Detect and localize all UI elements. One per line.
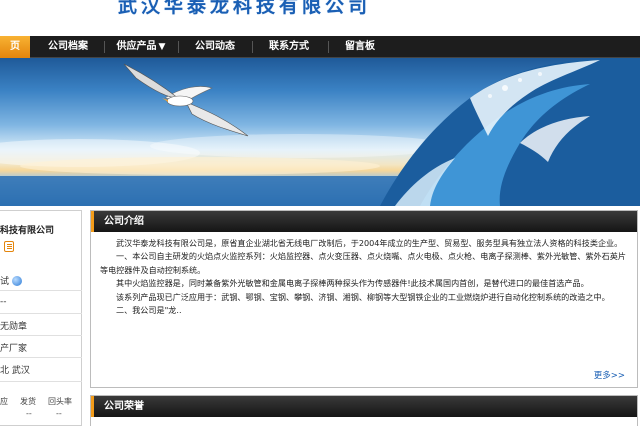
nav-separator: [178, 41, 179, 53]
company-intro-text: 武汉华泰龙科技有限公司是，原省直企业湖北省无线电厂改制后，于2004年成立的生产…: [91, 232, 637, 317]
sidebar-row-location: 北 武汉: [0, 366, 30, 376]
stat-header-response: 应: [0, 397, 8, 406]
company-honor-title: 公司荣誉: [91, 396, 637, 417]
sidebar-row-label: 试: [0, 277, 10, 287]
company-sidebar: 科技有限公司 试 -- 无勋章 产厂家 北 武汉: [0, 210, 82, 426]
stat-header-return-rate: 回头率: [48, 397, 72, 406]
sidebar-row-business-type: 产厂家: [0, 344, 28, 354]
company-intro-panel: 公司介绍 武汉华泰龙科技有限公司是，原省直企业湖北省无线电厂改制后，于2004年…: [90, 210, 638, 388]
sidebar-row-trial: 试: [0, 274, 23, 287]
intro-paragraph: 其中火焰监控器是，同时兼备紫外光敏管和金属电离子探棒两种探头作为传感器件!此技术…: [116, 278, 589, 289]
nav-separator: [104, 41, 105, 53]
sidebar-row-field: --: [0, 297, 7, 307]
main-nav: 页 公司档案 供应产品 ▼ 公司动态 联系方式 留言板: [0, 36, 640, 58]
nav-item-home[interactable]: 页: [0, 36, 30, 58]
nav-item-company-profile[interactable]: 公司档案: [38, 36, 98, 58]
divider: [0, 335, 82, 336]
divider: [0, 313, 82, 314]
intro-paragraph: 武汉华泰龙科技有限公司是，原省直企业湖北省无线电厂改制后，于2004年成立的生产…: [116, 238, 623, 248]
certificate-icon: [4, 241, 14, 252]
stat-value-shipping: --: [26, 409, 32, 418]
divider: [0, 381, 82, 382]
banner-image: [0, 58, 640, 206]
sidebar-company-name: 科技有限公司: [0, 226, 55, 236]
divider: [0, 290, 82, 291]
sidebar-row-medal: 无勋章: [0, 322, 28, 332]
divider: [0, 357, 82, 358]
intro-paragraph: 二、我公司是"龙..: [116, 305, 182, 316]
more-link[interactable]: 更多>>: [594, 369, 625, 381]
nav-item-contact[interactable]: 联系方式: [260, 36, 318, 58]
nav-item-news[interactable]: 公司动态: [186, 36, 244, 58]
nav-separator: [252, 41, 253, 53]
nav-item-products-label: 供应产品: [116, 41, 157, 52]
nav-item-guestbook[interactable]: 留言板: [336, 36, 384, 58]
nav-item-products[interactable]: 供应产品 ▼: [110, 36, 172, 58]
company-title: 武汉华泰龙科技有限公司: [118, 0, 372, 17]
status-globe-icon[interactable]: [12, 276, 23, 286]
intro-paragraph: 该系列产品现已广泛应用于：武钢、鄂钢、宝钢、攀钢、济钢、湘钢、柳钢等大型钢铁企业…: [116, 291, 610, 302]
nav-separator: [328, 41, 329, 53]
site-header: 武汉华泰龙科技有限公司: [0, 0, 640, 36]
stat-header-shipping: 发货: [20, 397, 36, 406]
seagull-icon: [123, 63, 249, 137]
chevron-down-icon: ▼: [158, 42, 166, 52]
intro-paragraph: 一、本公司自主研发的火焰点火监控系列：火焰监控器、点火变压器、点火烧嘴、点火电极…: [100, 251, 626, 275]
company-intro-title: 公司介绍: [91, 211, 637, 232]
banner-illustration: [0, 58, 640, 206]
stat-value-return-rate: --: [56, 409, 62, 418]
company-honor-panel: 公司荣誉: [90, 395, 638, 426]
